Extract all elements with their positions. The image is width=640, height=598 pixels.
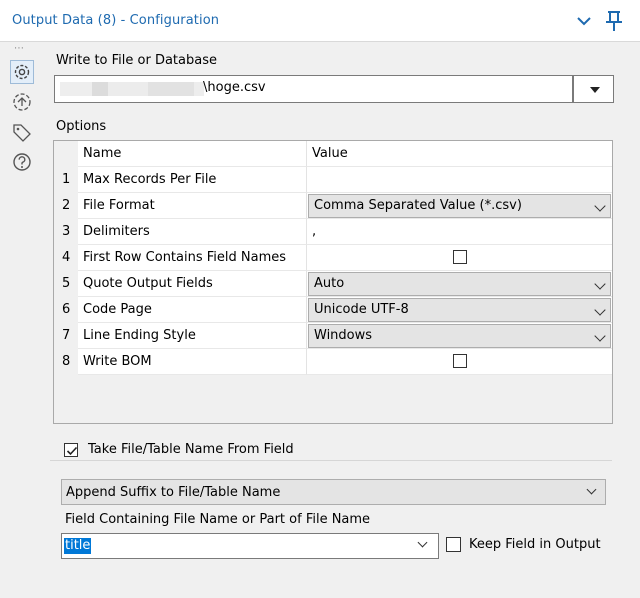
- column-header-value: Value: [307, 141, 612, 167]
- table-row: 8 Write BOM: [54, 349, 612, 375]
- table-row: 1 Max Records Per File: [54, 167, 612, 193]
- chevron-down-icon: [594, 304, 606, 316]
- file-dropdown-button[interactable]: [573, 75, 614, 103]
- checkmark-icon: [66, 446, 78, 456]
- chevron-down-icon: [594, 278, 606, 290]
- file-format-dropdown[interactable]: Comma Separated Value (*.csv): [308, 194, 611, 218]
- row-number: 3: [54, 219, 78, 245]
- gear-icon[interactable]: [10, 60, 34, 84]
- drag-handle-icon[interactable]: ⋯: [14, 44, 25, 54]
- quote-output-value: Auto: [314, 276, 345, 291]
- name-mode-value: Append Suffix to File/Table Name: [66, 485, 281, 500]
- line-ending-dropdown[interactable]: Windows: [308, 324, 611, 348]
- anchor-icon[interactable]: [10, 90, 34, 114]
- table-row: 5 Quote Output Fields Auto: [54, 271, 612, 297]
- code-page-dropdown[interactable]: Unicode UTF-8: [308, 298, 611, 322]
- row-number: 2: [54, 193, 78, 219]
- option-value-cell: [307, 245, 612, 271]
- file-path-value: \hoge.csv: [203, 80, 266, 95]
- option-name: Line Ending Style: [78, 323, 307, 349]
- redacted-path: [108, 82, 148, 96]
- quote-output-dropdown[interactable]: Auto: [308, 272, 611, 296]
- option-value-cell: [307, 349, 612, 375]
- row-number: 5: [54, 271, 78, 297]
- option-name: First Row Contains Field Names: [78, 245, 307, 271]
- pin-icon[interactable]: [603, 9, 625, 33]
- write-bom-checkbox[interactable]: [453, 354, 467, 368]
- redacted-path: [148, 82, 194, 96]
- option-name: Code Page: [78, 297, 307, 323]
- redacted-path: [60, 82, 92, 96]
- take-name-label: Take File/Table Name From Field: [88, 442, 298, 457]
- field-select-value: title: [64, 538, 92, 554]
- option-name: Write BOM: [78, 349, 307, 375]
- option-name: File Format: [78, 193, 307, 219]
- option-name: Max Records Per File: [78, 167, 307, 193]
- option-name: Quote Output Fields: [78, 271, 307, 297]
- option-name: Delimiters: [78, 219, 307, 245]
- window-title: Output Data (8) - Configuration: [12, 13, 220, 28]
- write-to-label: Write to File or Database: [56, 53, 217, 68]
- row-number: 6: [54, 297, 78, 323]
- column-header-name: Name: [78, 141, 307, 167]
- row-number: 7: [54, 323, 78, 349]
- tag-icon[interactable]: [10, 120, 34, 144]
- line-ending-value: Windows: [314, 328, 373, 343]
- header-corner: [54, 141, 78, 167]
- help-icon[interactable]: [10, 150, 34, 174]
- table-row: 2 File Format Comma Separated Value (*.c…: [54, 193, 612, 219]
- chevron-down-icon: [594, 330, 606, 342]
- delimiters-input[interactable]: ,: [307, 219, 612, 245]
- row-number: 1: [54, 167, 78, 193]
- options-label: Options: [56, 119, 107, 134]
- keep-field-checkbox[interactable]: [446, 537, 461, 552]
- redacted-path: [92, 82, 108, 96]
- options-grid: Name Value 1 Max Records Per File 2 File…: [53, 140, 613, 424]
- first-row-field-names-checkbox[interactable]: [453, 250, 467, 264]
- max-records-input[interactable]: [307, 167, 612, 193]
- table-row: 4 First Row Contains Field Names: [54, 245, 612, 271]
- keep-field-label: Keep Field in Output: [469, 537, 601, 552]
- file-format-value: Comma Separated Value (*.csv): [314, 198, 522, 213]
- dropdown-arrow-icon: [590, 87, 600, 93]
- field-containing-label: Field Containing File Name or Part of Fi…: [65, 512, 371, 527]
- field-select[interactable]: [61, 533, 439, 559]
- take-name-checkbox[interactable]: [64, 443, 78, 457]
- code-page-value: Unicode UTF-8: [314, 302, 409, 317]
- table-row: 6 Code Page Unicode UTF-8: [54, 297, 612, 323]
- row-number: 4: [54, 245, 78, 271]
- grid-header: Name Value: [54, 141, 612, 167]
- chevron-down-icon: [594, 200, 606, 212]
- group-border: [50, 460, 612, 461]
- collapse-chevron-icon[interactable]: [574, 11, 594, 31]
- table-row: 7 Line Ending Style Windows: [54, 323, 612, 349]
- table-row: 3 Delimiters ,: [54, 219, 612, 245]
- row-number: 8: [54, 349, 78, 375]
